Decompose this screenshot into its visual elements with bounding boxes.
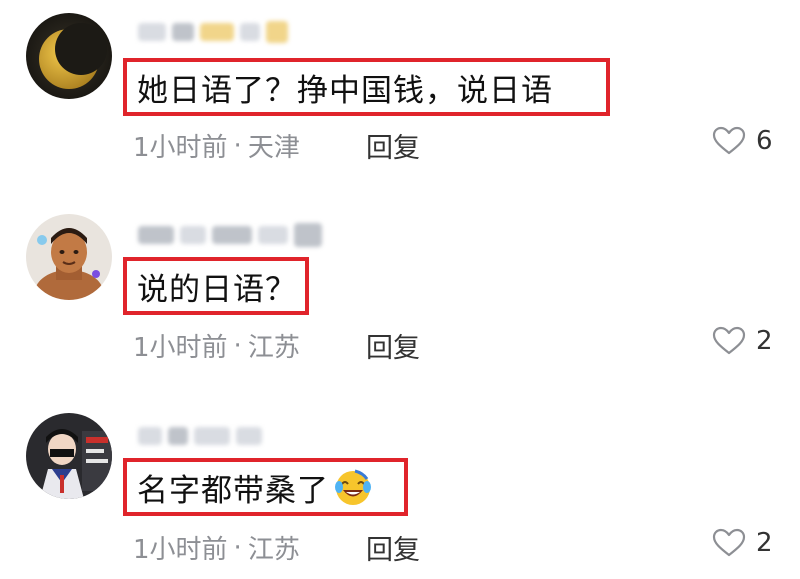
highlighted-comment-box: 她日语了？挣中国钱，说日语 xyxy=(123,58,610,116)
comment-meta: 1小时前 · 江苏 xyxy=(133,529,300,566)
comment-location: 江苏 xyxy=(247,535,300,565)
reply-button[interactable]: 回复 xyxy=(366,126,420,165)
laughing-crying-emoji-icon xyxy=(335,469,371,505)
like-button[interactable]: 2 xyxy=(712,326,773,356)
heart-outline-icon xyxy=(712,326,746,355)
cartoon-man-avatar-image xyxy=(26,214,112,300)
like-count: 2 xyxy=(756,528,773,558)
reply-button[interactable]: 回复 xyxy=(366,326,420,365)
meta-separator: · xyxy=(233,532,242,563)
highlighted-comment-box: 名字都带桑了 xyxy=(123,458,408,516)
username-blurred xyxy=(138,222,322,248)
comment-text: 说的日语？ xyxy=(137,271,297,308)
comment-text: 名字都带桑了 xyxy=(137,472,329,509)
avatar[interactable] xyxy=(26,413,112,499)
heart-outline-icon xyxy=(712,528,746,557)
like-count: 6 xyxy=(756,126,773,156)
anime-character-avatar-image xyxy=(26,413,112,499)
username-blurred xyxy=(138,423,262,449)
comment-location: 江苏 xyxy=(247,333,300,363)
avatar[interactable] xyxy=(26,214,112,300)
comment-text: 她日语了？挣中国钱，说日语 xyxy=(137,72,553,109)
heart-outline-icon xyxy=(712,126,746,155)
meta-separator: · xyxy=(233,130,242,161)
comment-meta: 1小时前 · 天津 xyxy=(133,127,300,164)
highlighted-comment-box: 说的日语？ xyxy=(123,257,309,315)
comment-time: 1小时前 xyxy=(133,133,228,163)
meta-separator: · xyxy=(233,330,242,361)
comment-location: 天津 xyxy=(247,133,300,163)
avatar[interactable] xyxy=(26,13,112,99)
comment-time: 1小时前 xyxy=(133,535,228,565)
like-button[interactable]: 2 xyxy=(712,528,773,558)
username-blurred xyxy=(138,19,288,45)
comment-time: 1小时前 xyxy=(133,333,228,363)
comment-meta: 1小时前 · 江苏 xyxy=(133,327,300,364)
reply-button[interactable]: 回复 xyxy=(366,528,420,567)
like-count: 2 xyxy=(756,326,773,356)
moon-avatar-image xyxy=(26,13,112,99)
like-button[interactable]: 6 xyxy=(712,126,773,156)
